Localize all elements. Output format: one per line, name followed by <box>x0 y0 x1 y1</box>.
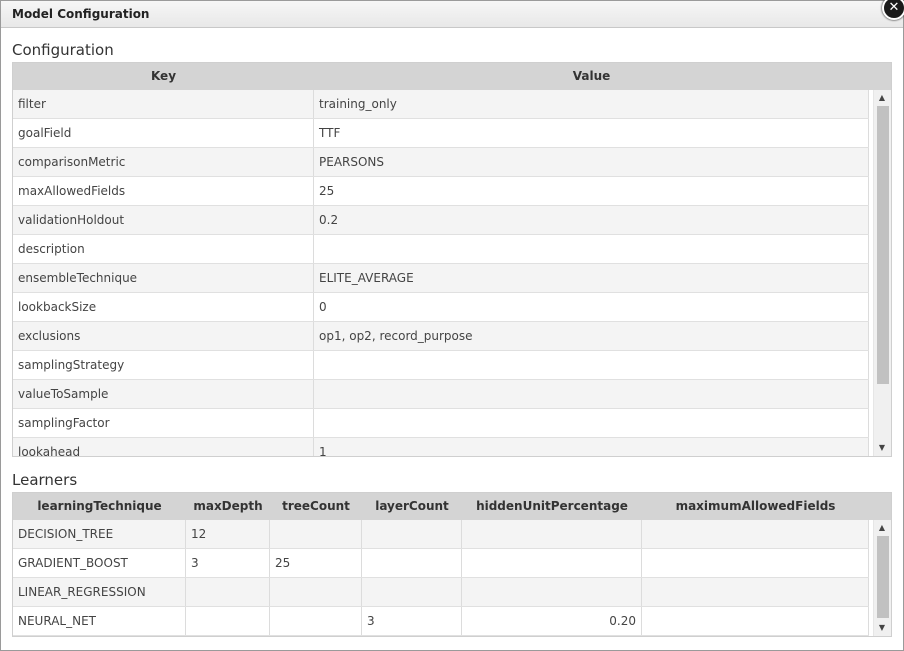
table-row[interactable]: ensembleTechnique ELITE_AVERAGE <box>13 264 869 293</box>
table-row[interactable]: DECISION_TREE 12 <box>13 520 869 549</box>
column-header-maxdepth[interactable]: maxDepth <box>186 493 270 520</box>
scroll-down-arrow-icon[interactable]: ▼ <box>874 441 890 455</box>
config-value-cell <box>314 235 869 263</box>
model-configuration-dialog: Model Configuration Configuration Key Va… <box>0 0 904 651</box>
learners-grid: learningTechnique maxDepth treeCount layerC… <box>12 492 892 637</box>
table-row[interactable]: LINEAR_REGRESSION <box>13 578 869 607</box>
column-header-hiddenunitpercentage[interactable]: hiddenUnitPercentage <box>462 493 642 520</box>
config-value-cell: TTF <box>314 119 869 147</box>
learner-cell <box>186 578 270 606</box>
config-value-cell: 1 <box>314 438 869 456</box>
dialog-titlebar[interactable]: Model Configuration <box>1 1 903 28</box>
scrollbar-thumb[interactable] <box>877 106 889 384</box>
dialog-title: Model Configuration <box>12 7 150 21</box>
learner-cell: 3 <box>362 607 462 635</box>
config-key-cell: filter <box>13 90 314 118</box>
learners-scrollbar[interactable]: ▲ ▼ <box>873 520 891 636</box>
config-key-cell: comparisonMetric <box>13 148 314 176</box>
config-key-cell: exclusions <box>13 322 314 350</box>
scroll-up-arrow-icon[interactable]: ▲ <box>874 521 890 535</box>
config-value-cell: PEARSONS <box>314 148 869 176</box>
table-row[interactable]: lookbackSize 0 <box>13 293 869 322</box>
scrollbar-thumb[interactable] <box>877 536 889 618</box>
config-key-cell: goalField <box>13 119 314 147</box>
config-value-cell: 25 <box>314 177 869 205</box>
config-key-cell: description <box>13 235 314 263</box>
table-row[interactable]: comparisonMetric PEARSONS <box>13 148 869 177</box>
column-header-learningtechnique[interactable]: learningTechnique <box>13 493 186 520</box>
learner-cell: DECISION_TREE <box>13 520 186 548</box>
config-value-cell <box>314 409 869 437</box>
learner-cell <box>270 520 362 548</box>
config-key-cell: validationHoldout <box>13 206 314 234</box>
table-row[interactable]: NEURAL_NET 3 0.20 <box>13 607 869 636</box>
learner-cell: 25 <box>270 549 362 577</box>
table-row[interactable]: goalField TTF <box>13 119 869 148</box>
learners-grid-header: learningTechnique maxDepth treeCount layerC… <box>13 493 891 520</box>
scroll-up-arrow-icon[interactable]: ▲ <box>874 91 890 105</box>
learner-cell <box>642 578 869 606</box>
config-key-cell: samplingStrategy <box>13 351 314 379</box>
table-row[interactable]: filter training_only <box>13 90 869 119</box>
scroll-down-arrow-icon[interactable]: ▼ <box>874 621 890 635</box>
config-key-cell: samplingFactor <box>13 409 314 437</box>
learner-cell <box>462 520 642 548</box>
configuration-scrollbar[interactable]: ▲ ▼ <box>873 90 891 456</box>
table-row[interactable]: validationHoldout 0.2 <box>13 206 869 235</box>
learner-cell <box>642 549 869 577</box>
table-row[interactable]: samplingStrategy <box>13 351 869 380</box>
config-value-cell <box>314 351 869 379</box>
learner-cell <box>642 520 869 548</box>
config-value-cell: 0 <box>314 293 869 321</box>
config-value-cell: training_only <box>314 90 869 118</box>
learner-cell: 3 <box>186 549 270 577</box>
config-value-cell: op1, op2, record_purpose <box>314 322 869 350</box>
configuration-section-title: Configuration <box>12 41 114 59</box>
configuration-grid-header: Key Value <box>13 63 891 90</box>
learner-cell: 12 <box>186 520 270 548</box>
column-header-treecount[interactable]: treeCount <box>270 493 362 520</box>
table-row[interactable]: lookahead 1 <box>13 438 869 456</box>
table-row[interactable]: samplingFactor <box>13 409 869 438</box>
learner-cell: GRADIENT_BOOST <box>13 549 186 577</box>
config-key-cell: maxAllowedFields <box>13 177 314 205</box>
learner-cell <box>362 578 462 606</box>
learner-cell: LINEAR_REGRESSION <box>13 578 186 606</box>
column-header-key[interactable]: Key <box>13 63 314 90</box>
learners-section-title: Learners <box>12 471 78 489</box>
learner-cell: NEURAL_NET <box>13 607 186 635</box>
table-row[interactable]: maxAllowedFields 25 <box>13 177 869 206</box>
close-icon[interactable]: ✕ <box>882 0 904 20</box>
config-value-cell: ELITE_AVERAGE <box>314 264 869 292</box>
column-header-value[interactable]: Value <box>314 63 869 90</box>
config-key-cell: valueToSample <box>13 380 314 408</box>
learner-cell <box>462 578 642 606</box>
config-value-cell <box>314 380 869 408</box>
column-header-maximumallowedfields[interactable]: maximumAllowedFields <box>642 493 869 520</box>
learner-cell <box>642 607 869 635</box>
learner-cell <box>270 607 362 635</box>
learner-cell <box>462 549 642 577</box>
table-row[interactable]: valueToSample <box>13 380 869 409</box>
table-row[interactable]: exclusions op1, op2, record_purpose <box>13 322 869 351</box>
config-key-cell: lookbackSize <box>13 293 314 321</box>
learner-cell <box>270 578 362 606</box>
table-row[interactable]: GRADIENT_BOOST 3 25 <box>13 549 869 578</box>
learner-cell <box>362 549 462 577</box>
learner-cell: 0.20 <box>462 607 642 635</box>
config-key-cell: lookahead <box>13 438 314 456</box>
learner-cell <box>362 520 462 548</box>
table-row[interactable]: description <box>13 235 869 264</box>
learner-cell <box>186 607 270 635</box>
configuration-grid: Key Value filter training_only goalField TT… <box>12 62 892 457</box>
config-value-cell: 0.2 <box>314 206 869 234</box>
config-key-cell: ensembleTechnique <box>13 264 314 292</box>
column-header-layercount[interactable]: layerCount <box>362 493 462 520</box>
